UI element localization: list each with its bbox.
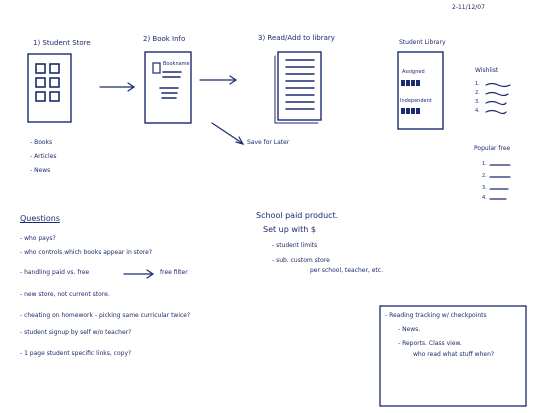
assigned-book-2 — [406, 80, 410, 86]
screen3-page-shadow — [274, 55, 319, 124]
school-line2: Set up with $ — [263, 225, 316, 234]
assigned-book-3 — [411, 80, 415, 86]
wishlist-item-4: 4. — [475, 108, 480, 114]
wishlist-squiggle-1 — [485, 82, 511, 88]
save-for-later-label: Save for Later — [247, 139, 290, 146]
question-item-2: - who controls which books appear in sto… — [20, 249, 153, 256]
school-sub-note: per school, teacher, etc. — [310, 267, 383, 274]
school-item-2: - sub. custom store — [272, 257, 330, 264]
date-label: 2-11/12/07 — [452, 4, 485, 11]
wishlist-item-3: 3. — [475, 99, 480, 105]
popular-item-4: 4. — [482, 195, 487, 201]
question-item-5: - cheating on homework - picking same cu… — [20, 312, 191, 319]
screen3-frame — [277, 51, 322, 121]
book-tile-5 — [35, 91, 46, 102]
question-item-7: - 1 page student specific links, copy? — [20, 350, 132, 357]
tracking-note: who read what stuff when? — [413, 351, 495, 358]
school-line1: School paid product. — [256, 211, 339, 220]
book-tile-1 — [35, 63, 46, 74]
assigned-book-4 — [416, 80, 420, 86]
wishlist-squiggle-4 — [485, 109, 507, 115]
screen3-title: 3) Read/Add to library — [258, 34, 335, 42]
arrow-save-later-shaft — [211, 122, 243, 144]
independent-book-3 — [411, 108, 415, 114]
popular-title: Popular free — [474, 145, 511, 152]
book-tile-6 — [49, 91, 60, 102]
question-item-1: - who pays? — [20, 235, 56, 242]
school-item-1: - student limits — [272, 242, 318, 249]
popular-item-3: 3. — [482, 185, 487, 191]
library-frame — [397, 51, 444, 130]
popular-item-2: 2. — [482, 173, 487, 179]
screen1-title: 1) Student Store — [33, 39, 91, 47]
store-item-articles: - Articles — [30, 153, 57, 160]
question-item-3: - handling paid vs. free — [20, 269, 90, 276]
library-title: Student Library — [399, 39, 446, 46]
store-item-news: - News — [30, 167, 51, 174]
independent-book-2 — [406, 108, 410, 114]
assigned-book-1 — [401, 80, 405, 86]
sketch-canvas: 2-11/12/07 1) Student Store - Books - Ar… — [0, 0, 534, 413]
arrow-save-later-head — [235, 136, 245, 145]
question-item-4: - new store, not current store. — [20, 291, 110, 298]
tracking-title: - Reading tracking w/ checkpoints — [385, 312, 487, 319]
book-tile-2 — [49, 63, 60, 74]
wishlist-item-2: 2. — [475, 90, 480, 96]
bookname-label: Bookname — [163, 61, 190, 67]
popular-item-1: 1. — [482, 161, 487, 167]
wishlist-title: Wishlist — [475, 67, 499, 74]
screen2-title: 2) Book Info — [143, 35, 186, 43]
question-item-6: - student signup by self w/o teacher? — [20, 329, 132, 336]
library-independent: Independent — [400, 98, 432, 104]
free-filter-label: free filter — [160, 269, 188, 276]
book-tile-4 — [49, 77, 60, 88]
book-cover-thumb — [152, 62, 161, 74]
tracking-item-reports: - Reports. Class view. — [398, 340, 462, 347]
wishlist-item-1: 1. — [475, 81, 480, 87]
wishlist-squiggle-2 — [485, 91, 509, 97]
independent-book-1 — [401, 108, 405, 114]
book-tile-3 — [35, 77, 46, 88]
wishlist-squiggle-3 — [485, 100, 507, 106]
questions-heading: Questions — [20, 214, 60, 223]
tracking-item-news: - News. — [398, 326, 421, 333]
library-assigned: Assigned — [402, 69, 425, 75]
independent-book-4 — [416, 108, 420, 114]
store-item-books: - Books — [30, 139, 53, 146]
